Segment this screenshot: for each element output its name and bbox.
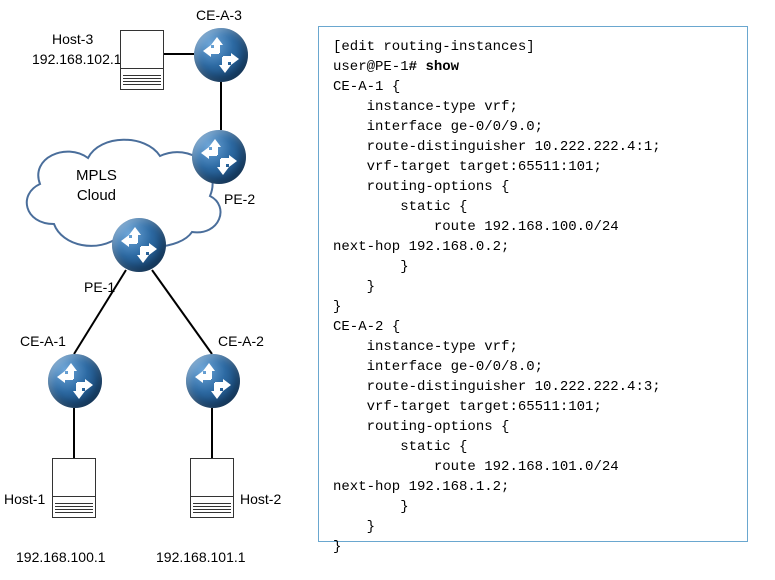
- ce-a-2-label: CE-A-2: [218, 332, 264, 350]
- ce-a-1-label: CE-A-1: [20, 332, 66, 350]
- host2-ip: 192.168.101.1: [156, 548, 246, 566]
- config-panel: [edit routing-instances] user@PE-1# show…: [318, 26, 748, 542]
- router-ce-a-2: [186, 354, 240, 408]
- network-diagram: Host-3 192.168.102.1 CE-A-3 MPLS Cloud: [0, 0, 300, 580]
- host1-icon: [52, 458, 96, 518]
- host2-icon: [190, 458, 234, 518]
- router-ce-a-1: [48, 354, 102, 408]
- config-output: [edit routing-instances] user@PE-1# show…: [333, 37, 737, 557]
- host2-name: Host-2: [240, 490, 281, 508]
- host1-name: Host-1: [4, 490, 45, 508]
- host1-ip: 192.168.100.1: [16, 548, 106, 566]
